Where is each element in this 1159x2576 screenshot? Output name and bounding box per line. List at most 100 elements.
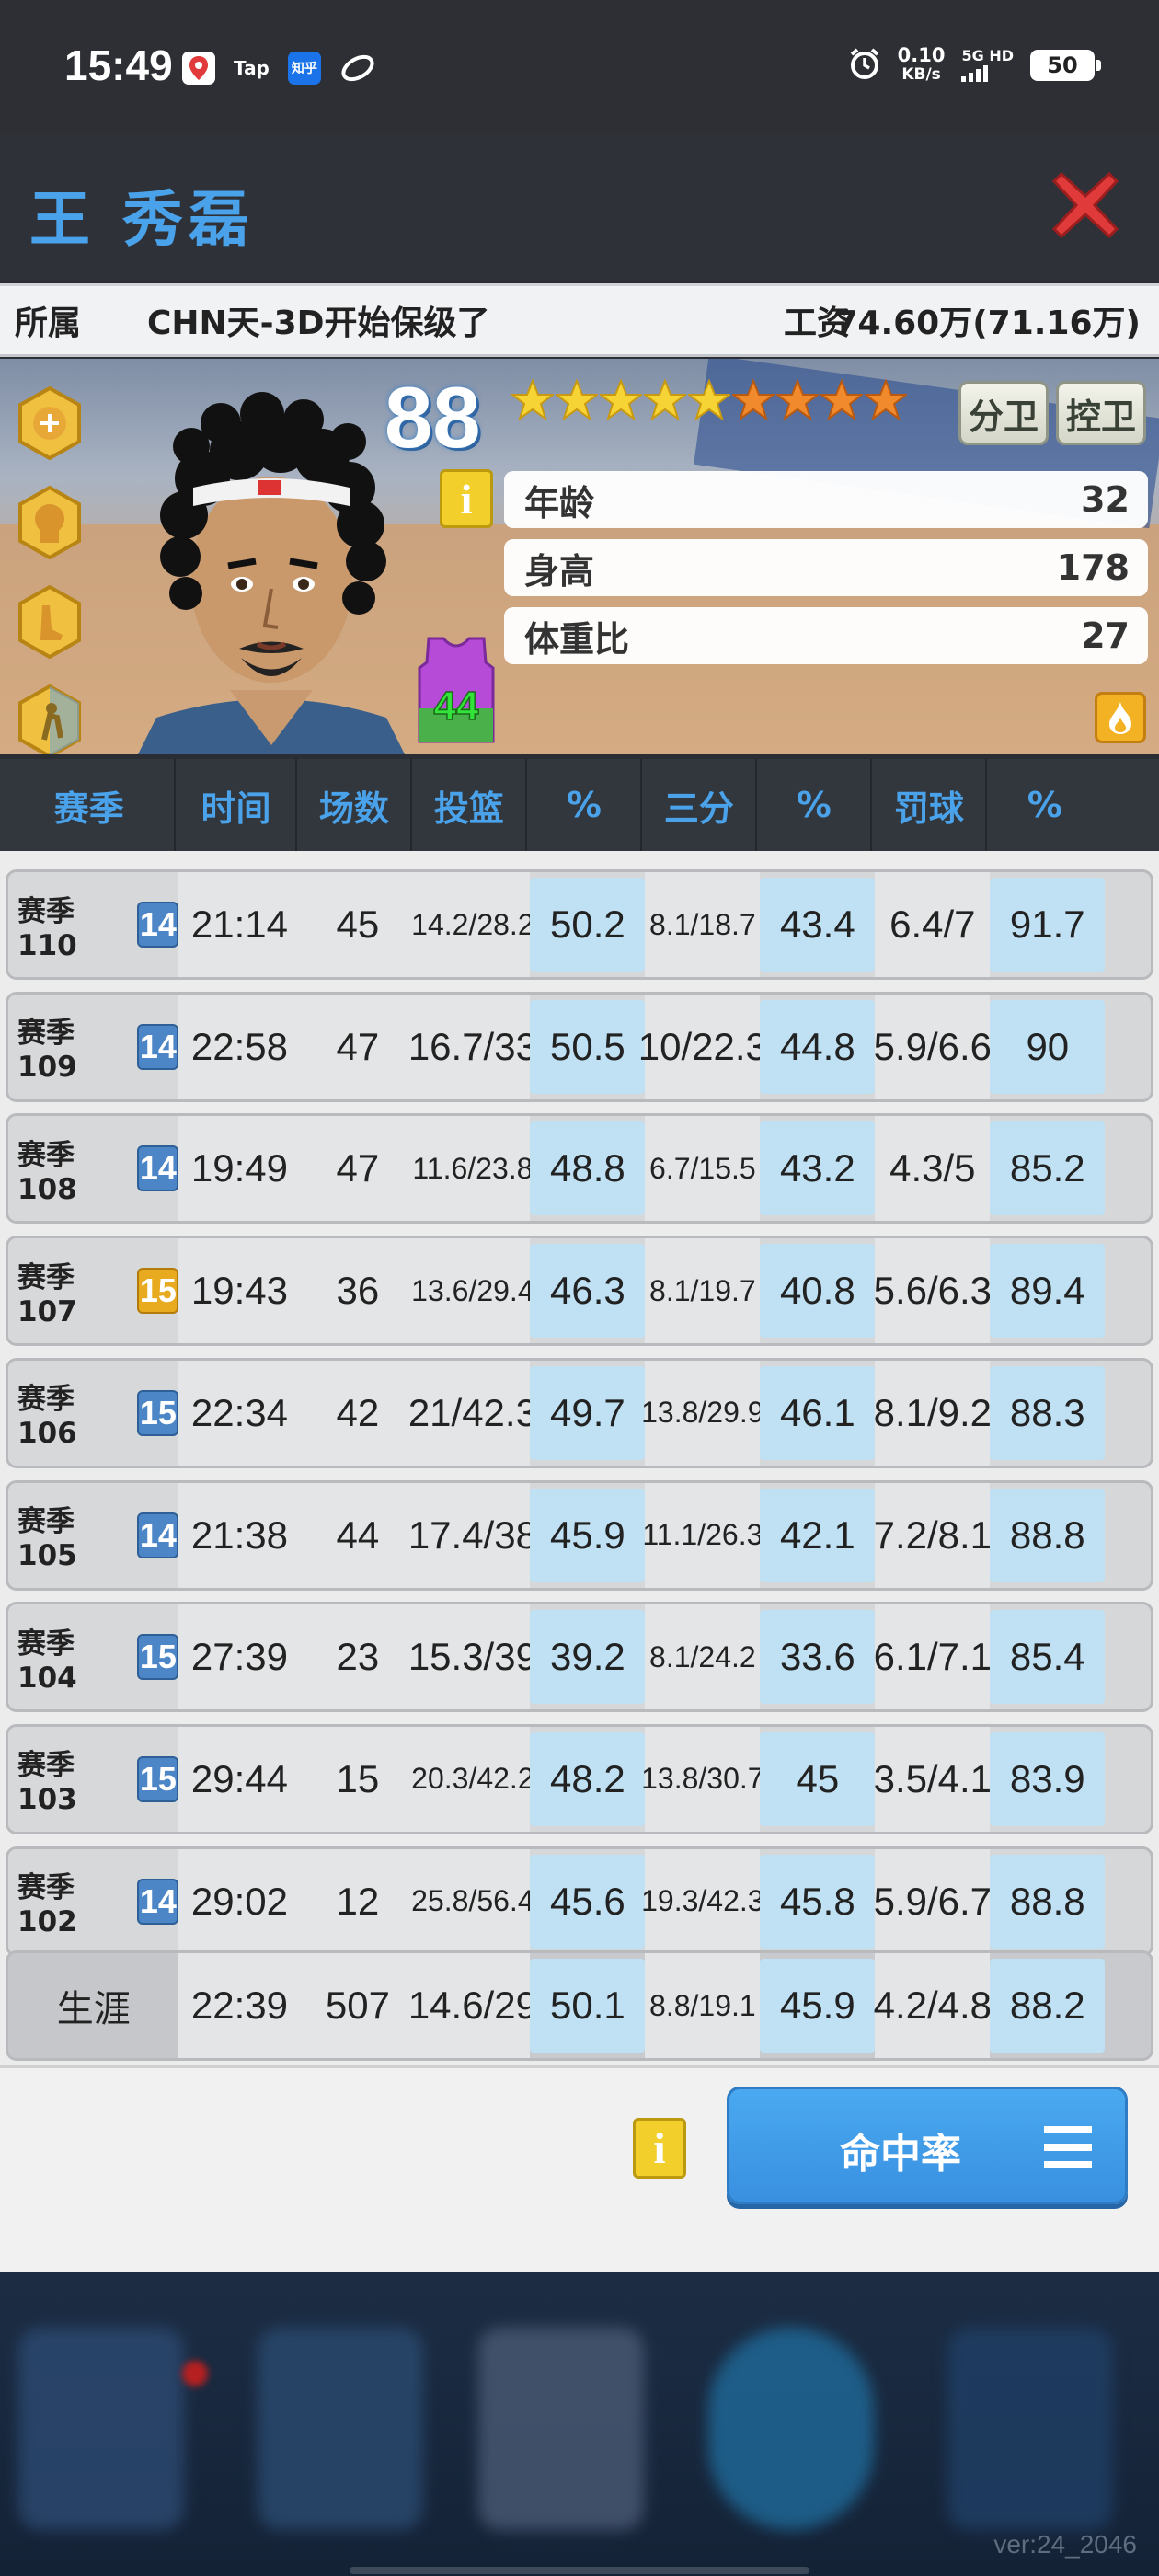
column-header[interactable]: 场数 xyxy=(297,759,413,851)
season-cell: 赛季102 14 xyxy=(8,1848,179,1954)
ft-pct-cell: 88.3 xyxy=(990,1365,1106,1460)
sort-by-hit-rate-button[interactable]: 命中率 xyxy=(727,2087,1128,2204)
season-label: 赛季105 xyxy=(17,1505,77,1572)
ft-cell: 5.9/6.6 xyxy=(874,994,992,1099)
fg-pct-cell: 48.2 xyxy=(530,1731,646,1826)
home-indicator[interactable] xyxy=(350,2567,809,2574)
team-name[interactable]: CHN天-3D开始保级了 xyxy=(147,296,490,344)
fg-cell: 20.3/42.2 xyxy=(411,1726,534,1832)
career-row[interactable]: 生涯 22:39 507 14.6/29 50.1 8.8/19.1 45.9 4.2/4.8… xyxy=(6,1950,1153,2061)
table-row[interactable]: 赛季107 15 19:43 36 13.6/29.4 46.3 8.1/19.7 40.8 5… xyxy=(6,1236,1153,1347)
three-cell: 8.8/19.1 xyxy=(645,1953,761,2058)
bottom-navigation: ver:24_2046 xyxy=(0,2272,1159,2576)
column-header[interactable]: % xyxy=(987,759,1102,851)
salary-value: 74.60万(71.16万) xyxy=(834,305,1141,342)
fg-pct-cell: 50.2 xyxy=(530,878,646,972)
fg-cell: 17.4/38 xyxy=(408,1482,537,1588)
fg-pct-cell: 50.1 xyxy=(530,1959,646,2053)
fg-pct-cell: 39.2 xyxy=(530,1610,646,1705)
player-info-button[interactable]: i xyxy=(440,469,493,528)
three-cell: 8.1/18.7 xyxy=(645,872,761,977)
table-row[interactable]: 赛季106 15 22:34 42 21/42.3 49.7 13.8/29.9 46.1 8.… xyxy=(6,1357,1153,1468)
star-icon xyxy=(600,379,642,421)
table-row[interactable]: 赛季108 14 19:49 47 11.6/23.8 48.8 6.7/15.5 43.2 4… xyxy=(6,1113,1153,1225)
age-badge: 15 xyxy=(137,1389,179,1436)
table-row[interactable]: 赛季109 14 22:58 47 16.7/33 50.5 10/22.3 44.8 5.9/… xyxy=(6,991,1153,1102)
time-cell: 29:44 xyxy=(178,1726,301,1832)
fg-cell: 13.6/29.4 xyxy=(411,1238,534,1344)
orbit-app-icon xyxy=(336,52,380,85)
table-row[interactable]: 赛季104 15 27:39 23 15.3/39 39.2 8.1/24.2 33.6 6.1… xyxy=(6,1602,1153,1713)
games-cell: 15 xyxy=(300,1726,416,1832)
season-label: 赛季108 xyxy=(17,1138,77,1206)
star-icon xyxy=(688,379,730,421)
ft-pct-cell: 88.8 xyxy=(990,1488,1106,1582)
three-pct-cell: 44.8 xyxy=(760,999,876,1094)
status-app-icons: Tap 知乎 xyxy=(182,52,380,85)
three-cell: 19.3/42.3 xyxy=(641,1848,764,1954)
season-label: 生涯 xyxy=(56,1988,131,2030)
fg-pct-cell: 45.9 xyxy=(530,1488,646,1582)
affiliation-label: 所属 xyxy=(15,305,82,342)
season-cell: 赛季104 15 xyxy=(8,1604,179,1710)
column-header[interactable]: 三分 xyxy=(642,759,758,851)
notification-dot xyxy=(182,2361,208,2386)
three-pct-cell: 43.2 xyxy=(760,1121,876,1216)
season-label: 赛季106 xyxy=(17,1383,77,1451)
skill-badge-head-icon[interactable] xyxy=(17,486,83,559)
column-header[interactable]: 罚球 xyxy=(872,759,988,851)
column-header[interactable]: % xyxy=(757,759,873,851)
fire-button[interactable] xyxy=(1095,692,1146,743)
three-cell: 6.7/15.5 xyxy=(645,1116,761,1222)
player-panel-header: 王 秀磊 xyxy=(0,133,1159,281)
age-badge: 15 xyxy=(137,1634,179,1681)
column-header[interactable]: 投篮 xyxy=(412,759,528,851)
nav-currency-icon[interactable] xyxy=(258,2328,423,2530)
signal-bars-icon xyxy=(961,63,1014,82)
season-label: 赛季109 xyxy=(17,1017,77,1085)
skill-badge-player-icon[interactable] xyxy=(17,684,83,754)
nav-chat-icon[interactable] xyxy=(708,2328,874,2530)
nav-team-icon[interactable] xyxy=(478,2328,644,2530)
season-cell: 赛季109 14 xyxy=(8,994,179,1099)
three-pct-cell: 43.4 xyxy=(760,878,876,972)
three-cell: 10/22.3 xyxy=(638,994,767,1099)
column-header[interactable]: % xyxy=(527,759,643,851)
column-header[interactable]: 时间 xyxy=(176,759,298,851)
table-row[interactable]: 赛季102 14 29:02 12 25.8/56.4 45.6 19.3/42.3 45.8… xyxy=(6,1846,1153,1957)
zhihu-app-icon: 知乎 xyxy=(287,52,321,85)
season-cell: 赛季108 14 xyxy=(8,1116,179,1222)
three-pct-cell: 46.1 xyxy=(760,1365,876,1460)
close-icon xyxy=(1051,171,1119,239)
table-row[interactable]: 赛季105 14 21:38 44 17.4/38 45.9 11.1/26.3 42.1 7.… xyxy=(6,1479,1153,1591)
position-point-guard[interactable]: 控卫 xyxy=(1056,381,1146,445)
skill-badge-hand-icon[interactable] xyxy=(17,386,83,460)
star-rating xyxy=(511,379,907,421)
status-right: 0.10 KB/s 5G HD 50 xyxy=(848,46,1101,85)
jersey-icon: 44 xyxy=(418,637,495,743)
star-icon xyxy=(820,379,863,421)
time-cell: 22:39 xyxy=(178,1953,301,2058)
nav-chevron-up-icon[interactable] xyxy=(947,2328,1113,2530)
table-row[interactable]: 赛季110 14 21:14 45 14.2/28.2 50.2 8.1/18.7 43.4 6… xyxy=(6,869,1153,980)
position-shooting-guard[interactable]: 分卫 xyxy=(958,381,1049,445)
nav-star-icon[interactable] xyxy=(18,2328,184,2530)
table-row[interactable]: 赛季103 15 29:44 15 20.3/42.2 48.2 13.8/30.7 45 3.… xyxy=(6,1723,1153,1834)
close-button[interactable] xyxy=(1049,168,1122,242)
skill-badge-foot-icon[interactable] xyxy=(17,585,83,659)
games-cell: 47 xyxy=(300,1116,416,1222)
three-pct-cell: 33.6 xyxy=(760,1610,876,1705)
status-time: 15:49 xyxy=(64,41,173,89)
ft-pct-cell: 85.4 xyxy=(990,1610,1106,1705)
star-icon xyxy=(865,379,907,421)
stats-info-button[interactable]: i xyxy=(633,2118,686,2179)
star-icon xyxy=(776,379,819,421)
fg-cell: 15.3/39 xyxy=(408,1604,537,1710)
games-cell: 42 xyxy=(300,1360,416,1466)
position-buttons: 分卫 控卫 xyxy=(958,381,1146,445)
network-speed: 0.10 KB/s xyxy=(898,46,946,85)
attribute-value: 32 xyxy=(1081,479,1130,520)
column-header[interactable]: 赛季 xyxy=(4,759,177,851)
ft-pct-cell: 88.2 xyxy=(990,1959,1106,2053)
season-cell: 赛季103 15 xyxy=(8,1726,179,1832)
